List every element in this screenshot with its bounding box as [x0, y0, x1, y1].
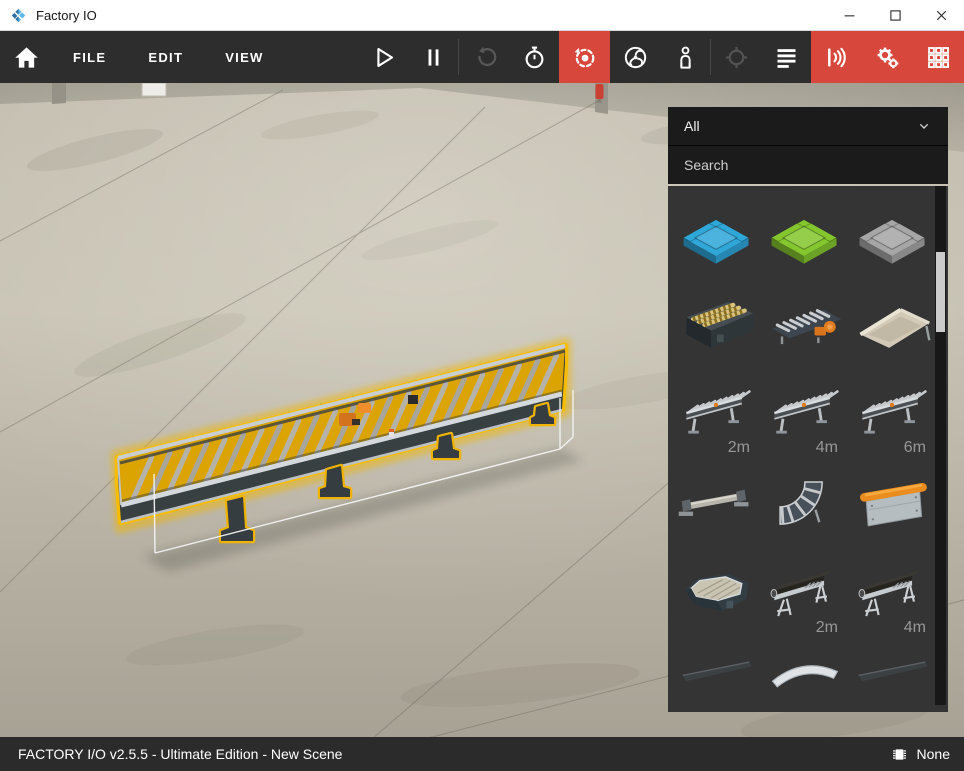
conveyor-motor — [358, 403, 371, 413]
palette-item-pallet-blue[interactable] — [673, 190, 759, 278]
status-bar: FACTORY I/O v2.5.5 - Ultimate Edition - … — [0, 737, 964, 771]
conveyor-label-sticker — [389, 429, 394, 432]
roller-conveyor-2m-icon — [673, 370, 759, 458]
factory-io-window: Factory IO FILEEDITVIEW — [0, 0, 964, 771]
fly-camera-button[interactable] — [610, 31, 660, 83]
window-controls — [826, 0, 964, 30]
menu-view[interactable]: VIEW — [204, 31, 284, 83]
chevron-down-icon — [916, 118, 932, 134]
curved-cover-icon — [761, 640, 847, 712]
orbit-camera-icon — [571, 44, 598, 71]
chip-icon — [890, 745, 909, 764]
fly-camera-icon — [622, 44, 649, 71]
ramp-wedge-icon — [673, 640, 759, 712]
search-row — [668, 145, 948, 184]
palette-item-pallet-gray[interactable] — [849, 190, 935, 278]
menu-edit[interactable]: EDIT — [127, 31, 204, 83]
palette-item-roller-stop[interactable] — [761, 280, 847, 368]
drivers-gears-button[interactable] — [862, 31, 913, 83]
close-icon — [933, 7, 950, 24]
first-person-camera-icon — [672, 44, 699, 71]
palette-item-belt-conveyor-4m[interactable]: 4m — [849, 550, 935, 638]
sensor-wave-icon — [823, 44, 850, 71]
pallet-blue-icon — [673, 190, 759, 278]
tag-list-icon — [773, 44, 800, 71]
first-person-camera-button[interactable] — [660, 31, 710, 83]
palette-item-turntable[interactable] — [673, 550, 759, 638]
focus-target-button[interactable] — [711, 31, 761, 83]
reset-button[interactable] — [459, 31, 509, 83]
category-dropdown-value: All — [684, 118, 700, 134]
toolbar-buttons — [358, 31, 964, 83]
stopwatch-icon — [521, 44, 548, 71]
play-icon — [370, 44, 397, 71]
parts-palette-icon — [925, 44, 952, 71]
side-guard-icon — [849, 460, 935, 548]
parts-scrollbar[interactable] — [935, 186, 946, 705]
palette-item-ramp-wedge[interactable] — [673, 640, 759, 712]
pallet-green-icon — [761, 190, 847, 278]
main-toolbar: FILEEDITVIEW — [0, 31, 964, 83]
parts-grid: 2m4m6m2m4m — [668, 186, 948, 712]
menu-file[interactable]: FILE — [52, 31, 127, 83]
ramp-wedge-2-icon — [849, 640, 935, 712]
pause-icon — [420, 44, 447, 71]
palette-item-single-roller[interactable] — [673, 460, 759, 548]
maximize-icon — [887, 7, 904, 24]
palette-item-side-guard[interactable] — [849, 460, 935, 548]
palette-item-roller-conveyor-4m[interactable]: 4m — [761, 370, 847, 458]
belt-conveyor-2m-icon — [761, 550, 847, 638]
chute-icon — [849, 280, 935, 368]
minimize-icon — [841, 7, 858, 24]
drivers-gears-icon — [874, 44, 901, 71]
stopwatch-button[interactable] — [509, 31, 559, 83]
driver-indicator[interactable]: None — [890, 745, 950, 764]
palette-item-ramp-wedge-2[interactable] — [849, 640, 935, 712]
parts-palette-button[interactable] — [913, 31, 964, 83]
title-bar: Factory IO — [0, 0, 964, 31]
palette-item-chain-transfer[interactable] — [673, 280, 759, 368]
belt-conveyor-4m-icon — [849, 550, 935, 638]
pallet-gray-icon — [849, 190, 935, 278]
factory-io-logo-icon — [10, 7, 27, 24]
driver-label: None — [917, 746, 950, 762]
conveyor-sensor — [408, 395, 418, 404]
motor-mount — [352, 419, 360, 425]
curved-roller-conveyor-icon — [761, 460, 847, 548]
palette-item-belt-conveyor-2m[interactable]: 2m — [761, 550, 847, 638]
roller-conveyor-6m-icon — [849, 370, 935, 458]
home-icon — [13, 44, 40, 71]
roller-stop-icon — [761, 280, 847, 368]
palette-item-pallet-green[interactable] — [761, 190, 847, 278]
palette-item-curved-cover[interactable] — [761, 640, 847, 712]
palette-item-chute[interactable] — [849, 280, 935, 368]
sensor-wave-button[interactable] — [811, 31, 862, 83]
reset-icon — [471, 44, 498, 71]
close-button[interactable] — [918, 0, 964, 30]
toolbar-spacer — [285, 31, 358, 83]
maximize-button[interactable] — [872, 0, 918, 30]
scrollbar-thumb[interactable] — [936, 252, 945, 332]
status-text: FACTORY I/O v2.5.5 - Ultimate Edition - … — [18, 746, 342, 762]
category-dropdown[interactable]: All — [668, 107, 948, 145]
pause-button[interactable] — [408, 31, 458, 83]
parts-panel: All 2m4m6m2m4m — [668, 107, 948, 712]
roller-conveyor-4m-icon — [761, 370, 847, 458]
turntable-icon — [673, 550, 759, 638]
tag-list-button[interactable] — [761, 31, 811, 83]
home-button[interactable] — [0, 31, 52, 83]
menu-items: FILEEDITVIEW — [52, 31, 285, 83]
single-roller-icon — [673, 460, 759, 548]
palette-item-roller-conveyor-6m[interactable]: 6m — [849, 370, 935, 458]
search-input[interactable] — [684, 157, 932, 173]
minimize-button[interactable] — [826, 0, 872, 30]
play-button[interactable] — [358, 31, 408, 83]
chain-transfer-icon — [673, 280, 759, 368]
palette-item-roller-conveyor-2m[interactable]: 2m — [673, 370, 759, 458]
orbit-camera-button[interactable] — [559, 31, 610, 83]
window-title: Factory IO — [36, 8, 97, 23]
focus-target-icon — [723, 44, 750, 71]
palette-item-curved-roller-conveyor[interactable] — [761, 460, 847, 548]
